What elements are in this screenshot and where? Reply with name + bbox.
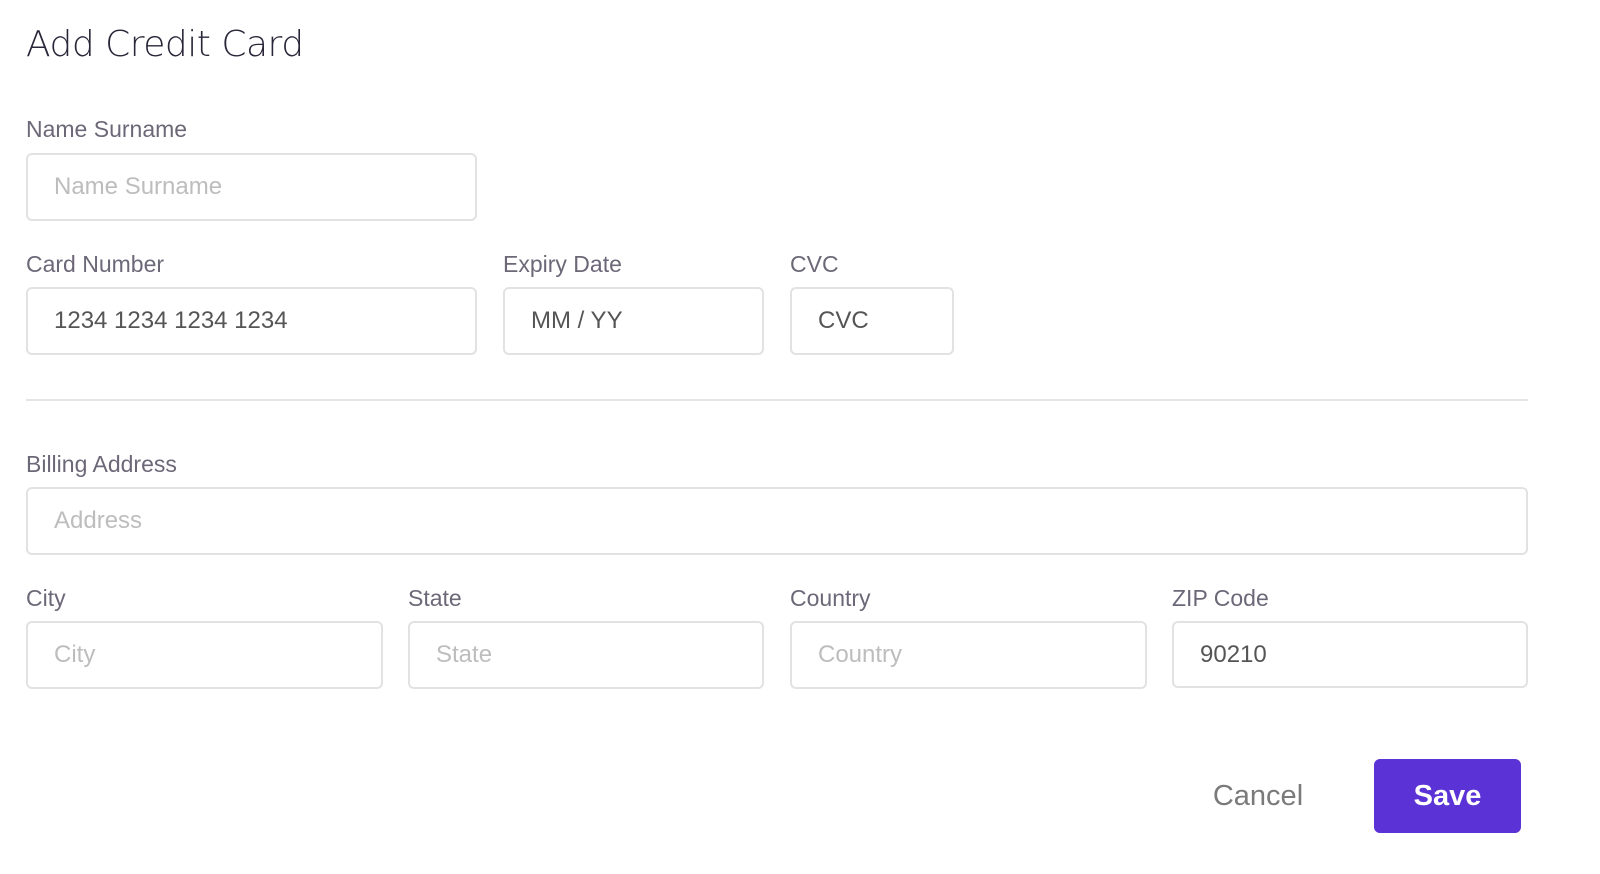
name-label: Name Surname	[26, 116, 188, 142]
cvc-label: CVC	[790, 251, 839, 277]
card-number-label: Card Number	[26, 251, 165, 277]
address-input[interactable]	[26, 487, 1528, 555]
page-title: Add Credit Card	[26, 24, 304, 65]
expiry-label: Expiry Date	[503, 251, 622, 277]
state-input[interactable]	[408, 621, 764, 689]
city-label: City	[26, 585, 66, 611]
billing-address-label: Billing Address	[26, 451, 177, 477]
country-input[interactable]	[790, 621, 1147, 689]
zip-label: ZIP Code	[1172, 585, 1269, 611]
divider	[26, 399, 1528, 401]
state-label: State	[408, 585, 462, 611]
zip-input[interactable]	[1172, 621, 1528, 688]
city-input[interactable]	[26, 621, 383, 689]
cvc-input[interactable]	[790, 287, 954, 355]
cancel-button[interactable]: Cancel	[1190, 770, 1326, 822]
expiry-input[interactable]	[503, 287, 764, 355]
card-number-input[interactable]	[26, 287, 477, 355]
save-button[interactable]: Save	[1374, 759, 1521, 833]
country-label: Country	[790, 585, 871, 611]
name-input[interactable]	[26, 153, 477, 221]
